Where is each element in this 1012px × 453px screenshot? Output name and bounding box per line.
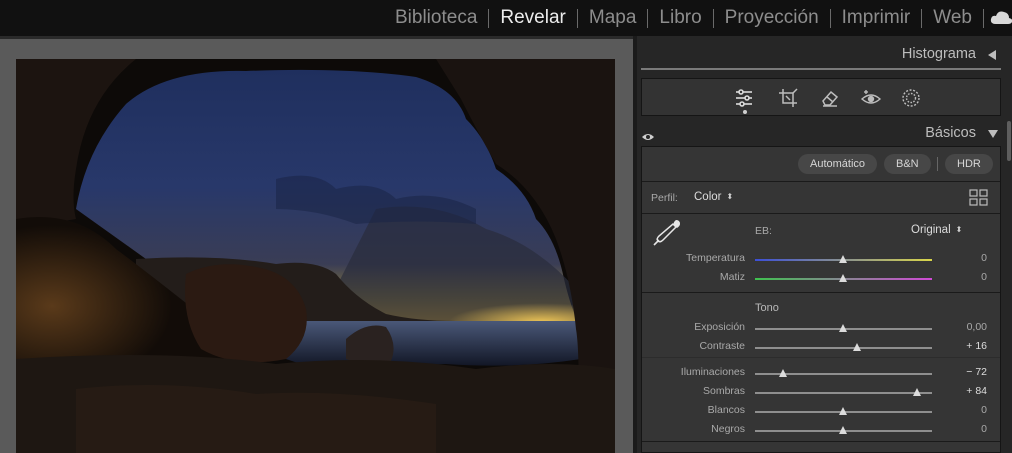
whites-label: Blancos	[707, 404, 745, 416]
highlights-slider-thumb[interactable]	[778, 369, 787, 377]
wb-label: EB:	[755, 225, 772, 237]
contrast-value[interactable]: + 16	[927, 340, 987, 352]
profile-dropdown[interactable]: Color ⬍	[694, 191, 733, 203]
collapse-down-icon	[988, 130, 998, 138]
basic-section: Automático B&N HDR Perfil: Color ⬍ EB: Or…	[641, 146, 1001, 453]
highlights-label: Iluminaciones	[680, 366, 745, 378]
profile-label: Perfil:	[651, 192, 678, 204]
temperature-value[interactable]: 0	[927, 252, 987, 264]
module-libro[interactable]: Libro	[648, 0, 712, 36]
panel-scrollbar[interactable]	[1007, 121, 1011, 161]
shadows-slider-thumb[interactable]	[913, 388, 922, 396]
tint-label: Matiz	[719, 271, 745, 283]
highlights-value[interactable]: − 72	[927, 366, 987, 378]
develop-panel: Histograma Básicos Automático B&N HDR Pe…	[637, 36, 1012, 453]
cloud-sync-icon[interactable]	[990, 0, 1012, 36]
histogram-header[interactable]: Histograma	[637, 39, 1012, 69]
exposure-slider-thumb[interactable]	[839, 324, 847, 332]
whites-slider[interactable]	[755, 407, 932, 415]
mask-icon[interactable]	[900, 87, 922, 109]
module-imprimir[interactable]: Imprimir	[831, 0, 922, 36]
eye-visibility-icon[interactable]	[641, 127, 655, 140]
module-separator	[983, 8, 984, 28]
button-separator	[937, 157, 938, 171]
module-bar: Biblioteca Revelar Mapa Libro Proyección…	[0, 0, 1012, 36]
basic-title: Básicos	[925, 125, 976, 141]
tint-slider[interactable]	[755, 274, 932, 282]
shadows-label: Sombras	[702, 385, 745, 397]
hdr-button[interactable]: HDR	[945, 154, 993, 174]
whites-value[interactable]: 0	[927, 404, 987, 416]
contrast-slider[interactable]	[755, 343, 932, 351]
blacks-label: Negros	[711, 423, 745, 435]
edit-sliders-icon[interactable]	[733, 87, 755, 109]
crop-icon[interactable]	[777, 87, 799, 109]
updown-arrows-icon: ⬍	[726, 191, 734, 201]
shadows-value[interactable]: + 84	[927, 385, 987, 397]
photo-preview[interactable]	[16, 59, 615, 453]
eyedropper-icon[interactable]	[651, 216, 683, 248]
tint-value[interactable]: 0	[927, 271, 987, 283]
red-eye-icon[interactable]	[860, 87, 882, 109]
row-separator	[642, 292, 1000, 293]
exposure-slider[interactable]	[755, 324, 932, 332]
exposure-value[interactable]: 0,00	[927, 321, 987, 333]
histogram-title: Histograma	[901, 46, 976, 62]
histogram-separator	[641, 68, 1001, 70]
whites-slider-thumb[interactable]	[839, 407, 847, 415]
profile-grid-icon[interactable]	[969, 189, 988, 206]
temperature-label: Temperatura	[686, 252, 745, 264]
module-mapa[interactable]: Mapa	[578, 0, 648, 36]
contrast-slider-thumb[interactable]	[853, 343, 862, 351]
temperature-slider[interactable]	[755, 255, 932, 263]
blacks-slider[interactable]	[755, 426, 932, 434]
collapse-left-icon	[988, 50, 996, 60]
basic-header[interactable]: Básicos	[637, 118, 1012, 148]
profile-value: Color	[694, 191, 722, 203]
blacks-slider-thumb[interactable]	[839, 426, 847, 434]
image-viewer[interactable]	[0, 36, 633, 453]
active-tool-indicator	[743, 110, 747, 114]
row-separator	[642, 213, 1000, 214]
module-proyeccion[interactable]: Proyección	[714, 0, 830, 36]
row-separator	[642, 357, 1000, 358]
module-biblioteca[interactable]: Biblioteca	[384, 0, 488, 36]
module-picker: Biblioteca Revelar Mapa Libro Proyección…	[384, 0, 1012, 36]
module-web[interactable]: Web	[922, 0, 983, 36]
eraser-icon[interactable]	[819, 87, 841, 109]
wb-value: Original	[911, 224, 951, 236]
temperature-slider-thumb[interactable]	[839, 255, 847, 263]
tone-label: Tono	[755, 302, 779, 314]
exposure-label: Exposición	[694, 321, 745, 333]
blacks-value[interactable]: 0	[927, 423, 987, 435]
module-revelar[interactable]: Revelar	[489, 0, 576, 36]
wb-dropdown[interactable]: Original ⬍	[911, 224, 962, 236]
contrast-label: Contraste	[699, 340, 745, 352]
row-separator	[642, 441, 1000, 442]
tool-strip	[641, 78, 1001, 116]
highlights-slider[interactable]	[755, 369, 932, 377]
updown-arrows-icon: ⬍	[955, 224, 963, 234]
tint-slider-thumb[interactable]	[839, 274, 847, 282]
bw-button[interactable]: B&N	[884, 154, 931, 174]
auto-button[interactable]: Automático	[798, 154, 878, 174]
shadows-slider[interactable]	[755, 388, 932, 396]
row-separator	[642, 181, 1000, 182]
